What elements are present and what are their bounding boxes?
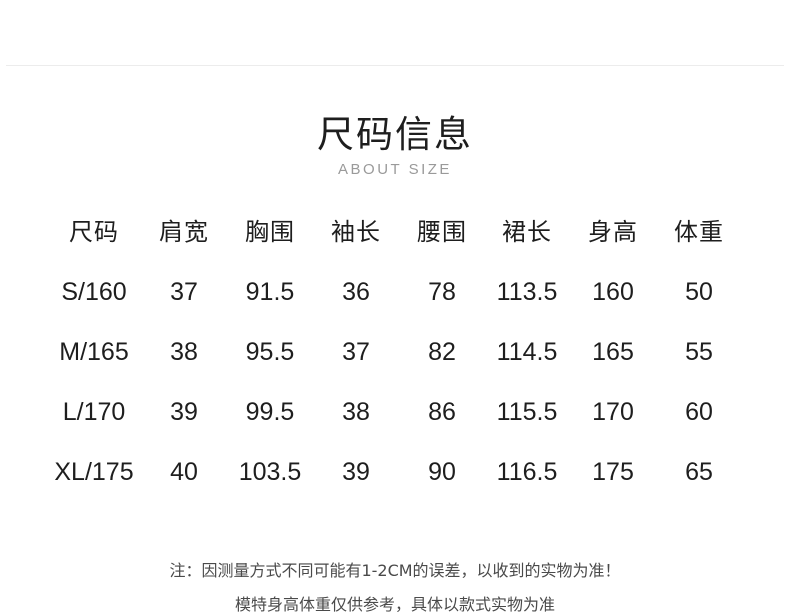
table-cell: 38 — [342, 398, 370, 426]
header-cell-sleeve: 袖长 — [331, 218, 381, 246]
table-cell: 36 — [342, 278, 370, 306]
table-cell-size: S/160 — [61, 278, 127, 306]
table-cell: 103.5 — [238, 458, 302, 486]
table-cell: 175 — [592, 458, 634, 486]
table-cell: 99.5 — [245, 398, 295, 426]
header-cell-size: 尺码 — [69, 218, 119, 246]
table-row: XL/175 40 103.5 39 90 116.5 175 65 — [0, 442, 790, 502]
table-cell: 91.5 — [245, 278, 295, 306]
header-cell-weight: 体重 — [674, 218, 724, 246]
table-cell: 37 — [170, 278, 198, 306]
size-info-page: 尺码信息 ABOUT SIZE 尺码 肩宽 胸围 袖长 腰围 裙长 身高 体重 … — [0, 0, 790, 616]
table-cell: 39 — [342, 458, 370, 486]
table-cell: 160 — [592, 278, 634, 306]
table-cell: 65 — [685, 458, 713, 486]
table-cell: 165 — [592, 338, 634, 366]
table-cell: 60 — [685, 398, 713, 426]
table-row: L/170 39 99.5 38 86 115.5 170 60 — [0, 382, 790, 442]
table-cell: 115.5 — [496, 398, 558, 426]
header-cell-bust: 胸围 — [245, 218, 295, 246]
table-cell: 50 — [685, 278, 713, 306]
table-cell: 113.5 — [496, 278, 558, 306]
table-cell: 38 — [170, 338, 198, 366]
table-row: S/160 37 91.5 36 78 113.5 160 50 — [0, 262, 790, 322]
table-cell: 55 — [685, 338, 713, 366]
page-subtitle: ABOUT SIZE — [338, 161, 452, 178]
size-table: 尺码 肩宽 胸围 袖长 腰围 裙长 身高 体重 S/160 37 91.5 36… — [0, 202, 790, 502]
measurement-note: 注：因测量方式不同可能有1-2CM的误差，以收到的实物为准！ — [169, 561, 621, 580]
table-header-row: 尺码 肩宽 胸围 袖长 腰围 裙长 身高 体重 — [0, 202, 790, 262]
model-note: 模特身高体重仅供参考，具体以款式实物为准 — [234, 595, 555, 614]
table-cell: 39 — [170, 398, 198, 426]
page-title: 尺码信息 — [317, 113, 473, 156]
table-cell: 114.5 — [496, 338, 558, 366]
table-cell: 170 — [592, 398, 634, 426]
header-cell-height: 身高 — [588, 218, 638, 246]
table-row: M/165 38 95.5 37 82 114.5 165 55 — [0, 322, 790, 382]
header-cell-shoulder: 肩宽 — [159, 218, 209, 246]
table-cell-size: M/165 — [59, 338, 129, 366]
table-cell: 95.5 — [245, 338, 295, 366]
table-cell: 37 — [342, 338, 370, 366]
top-divider — [6, 65, 784, 66]
table-cell: 116.5 — [496, 458, 558, 486]
table-cell-size: L/170 — [62, 398, 126, 426]
table-cell-size: XL/175 — [54, 458, 134, 486]
table-cell: 40 — [170, 458, 198, 486]
header-cell-skirt-length: 裙长 — [502, 218, 552, 246]
